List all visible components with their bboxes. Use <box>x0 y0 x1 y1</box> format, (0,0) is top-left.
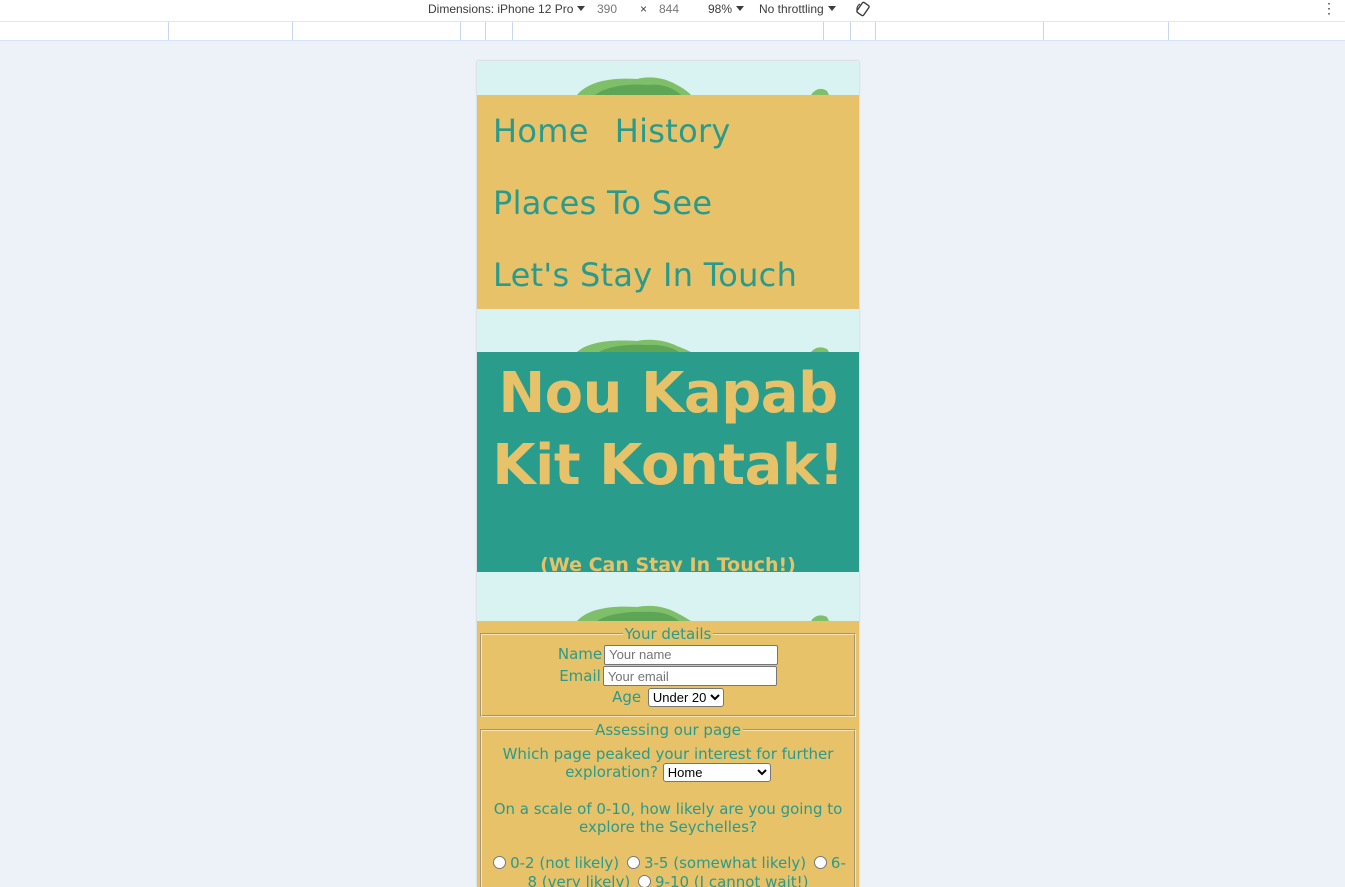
island-banner <box>477 572 859 621</box>
more-vertical-icon[interactable]: ⋮ <box>1322 0 1336 18</box>
ruler-tick <box>875 22 876 40</box>
island-illustration <box>577 339 829 352</box>
chevron-down-icon <box>827 6 836 11</box>
hero-title: Nou Kapab Kit Kontak! <box>477 358 859 502</box>
island-illustration <box>577 77 829 95</box>
details-legend: Your details <box>624 625 712 643</box>
rotate-icon[interactable] <box>855 1 871 17</box>
ruler-tick <box>850 22 851 40</box>
assessment-legend: Assessing our page <box>595 721 741 739</box>
likelihood-label: 3-5 (somewhat likely) <box>643 854 807 872</box>
ruler-tick <box>460 22 461 40</box>
ruler-tick <box>823 22 824 40</box>
zoom-select[interactable]: 98% <box>708 1 745 19</box>
island-illustration <box>577 605 829 621</box>
likelihood-question: On a scale of 0-10, how likely are you g… <box>493 800 843 836</box>
likelihood-radio-9-10[interactable] <box>637 875 651 887</box>
likelihood-label: 0-2 (not likely) <box>510 854 620 872</box>
ruler-tick <box>1168 22 1169 40</box>
ruler-tick <box>485 22 486 40</box>
name-row: Name <box>486 644 850 665</box>
times-label: × <box>640 2 648 16</box>
hero-section: Nou Kapab Kit Kontak! (We Can Stay In To… <box>477 352 859 576</box>
ruler-tick <box>168 22 169 40</box>
zoom-label: 98% <box>708 2 733 16</box>
interest-question: Which page peaked your interest for furt… <box>486 745 850 782</box>
age-select[interactable]: Under 20 <box>647 688 724 707</box>
contact-form: Your details Name Email Age Under 20 Ass… <box>477 625 859 887</box>
likelihood-radio-6-8[interactable] <box>813 856 827 869</box>
hero-title-line-1: Nou Kapab <box>498 361 838 426</box>
age-label: Age <box>612 688 642 706</box>
email-input[interactable] <box>602 666 777 686</box>
devtools-toolbar: Dimensions: iPhone 12 Pro 390 × 844 98% … <box>0 0 1345 21</box>
nav-home[interactable]: Home <box>493 109 589 153</box>
device-viewport: Home History Places To See Let's Stay In … <box>477 61 859 887</box>
ruler-tick <box>512 22 513 40</box>
hero-title-line-2: Kit Kontak! <box>492 433 844 498</box>
island-banner <box>477 61 859 95</box>
email-label: Email <box>559 666 601 685</box>
likelihood-radio-3-5[interactable] <box>626 856 640 869</box>
nav-stay-in-touch[interactable]: Let's Stay In Touch <box>493 253 797 297</box>
ruler-tick <box>1043 22 1044 40</box>
throttling-label: No throttling <box>759 2 824 16</box>
ruler-tick <box>292 22 293 40</box>
age-row: Age Under 20 <box>486 687 850 707</box>
likelihood-radio-group: 0-2 (not likely) 3-5 (somewhat likely) 6… <box>486 854 850 887</box>
name-label: Name <box>557 645 603 663</box>
chevron-down-icon <box>577 6 586 11</box>
media-query-ruler <box>0 21 1345 41</box>
likelihood-radio-0-2[interactable] <box>493 856 507 869</box>
island-banner <box>477 309 859 352</box>
main-nav: Home History Places To See Let's Stay In … <box>477 95 859 309</box>
email-row: Email <box>486 666 850 686</box>
nav-history[interactable]: History <box>615 109 731 153</box>
likelihood-label: 9-10 (I cannot wait!) <box>654 873 809 887</box>
throttling-select[interactable]: No throttling <box>759 1 836 19</box>
chevron-down-icon <box>736 6 745 11</box>
width-field[interactable]: 390 <box>597 1 617 19</box>
assessment-fieldset: Assessing our page Which page peaked you… <box>480 721 856 887</box>
interest-page-select[interactable]: Home <box>662 763 771 782</box>
nav-places-to-see[interactable]: Places To See <box>493 181 712 225</box>
height-field[interactable]: 844 <box>659 1 679 19</box>
device-select[interactable]: Dimensions: iPhone 12 Pro <box>428 1 586 19</box>
name-input[interactable] <box>604 644 779 665</box>
details-fieldset: Your details Name Email Age Under 20 <box>480 625 856 717</box>
device-label: Dimensions: iPhone 12 Pro <box>428 2 574 16</box>
